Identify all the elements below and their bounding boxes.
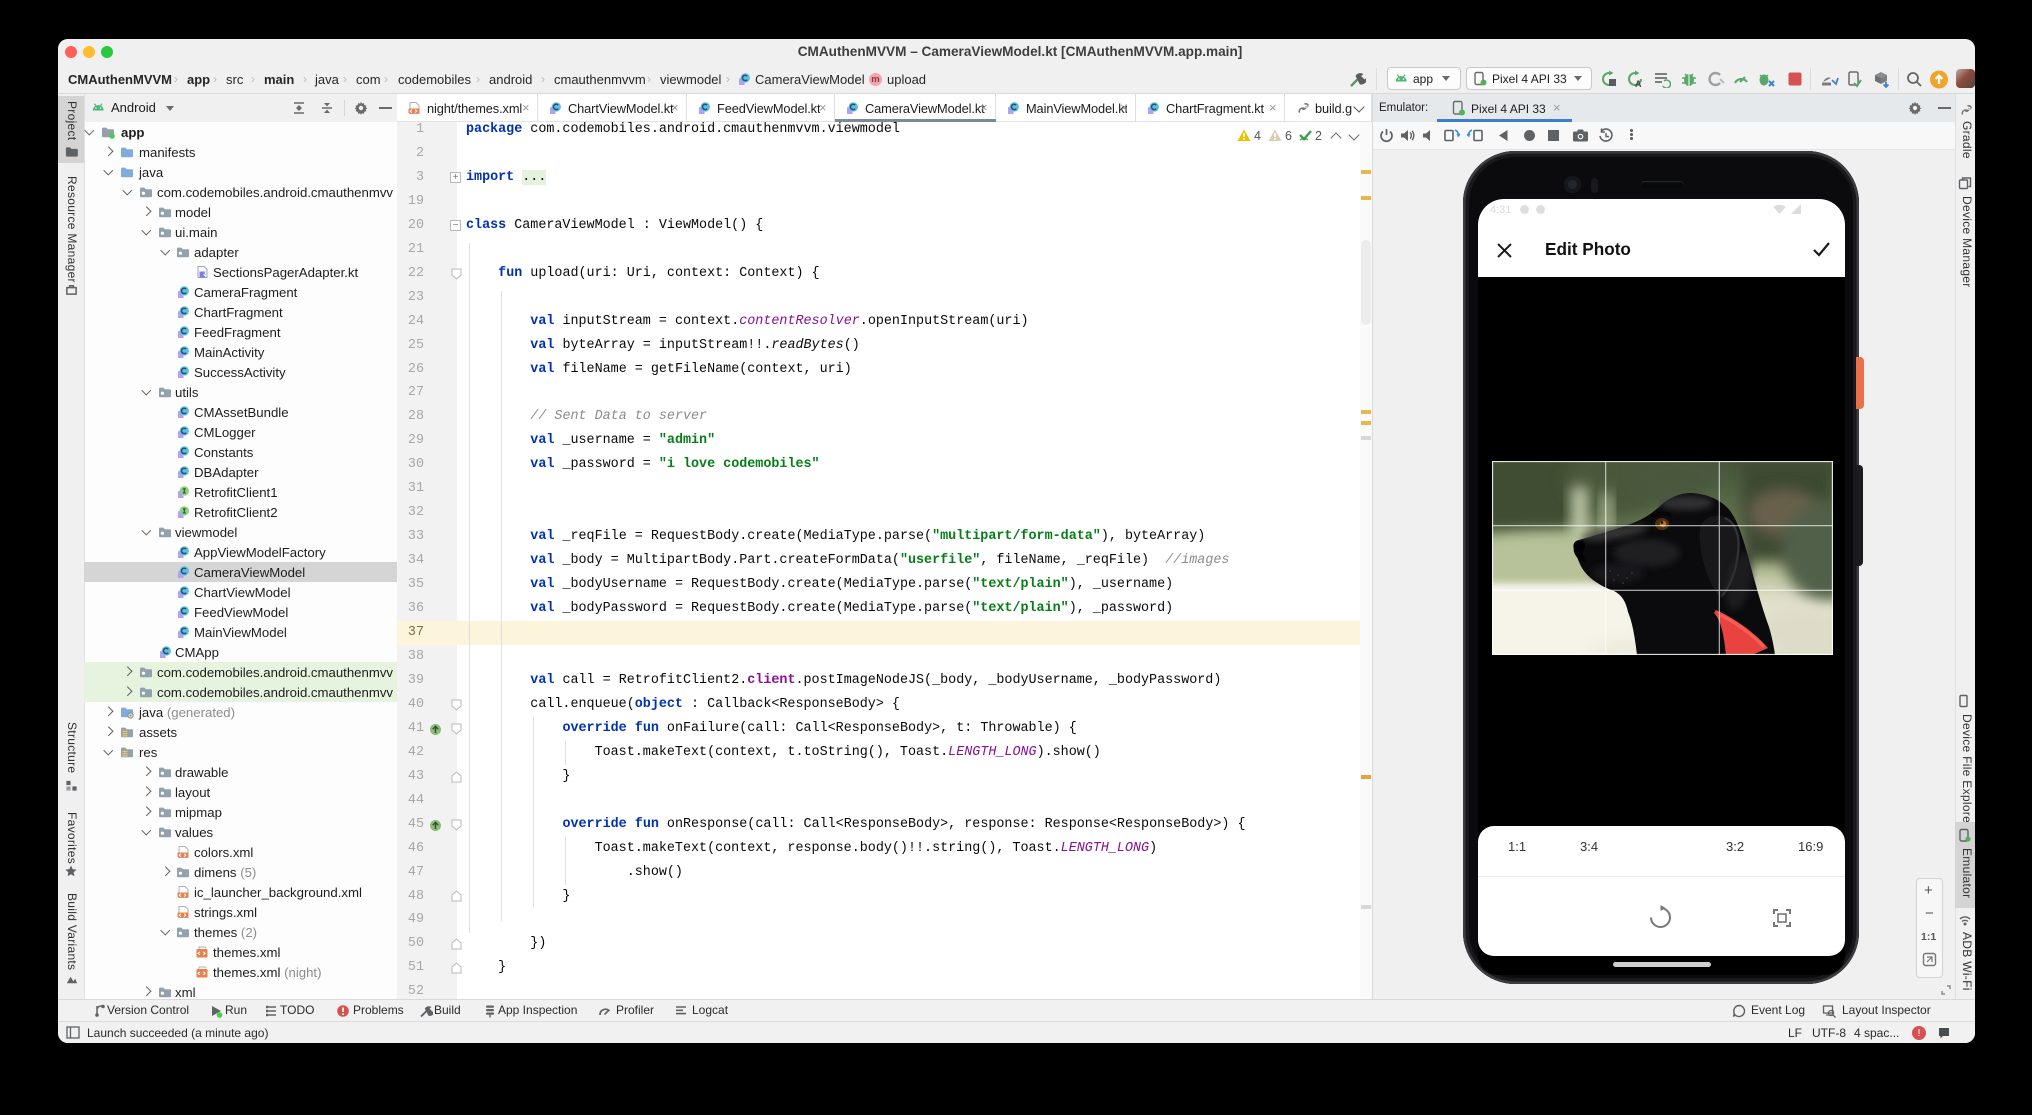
svg-text:A: A xyxy=(1635,79,1642,88)
